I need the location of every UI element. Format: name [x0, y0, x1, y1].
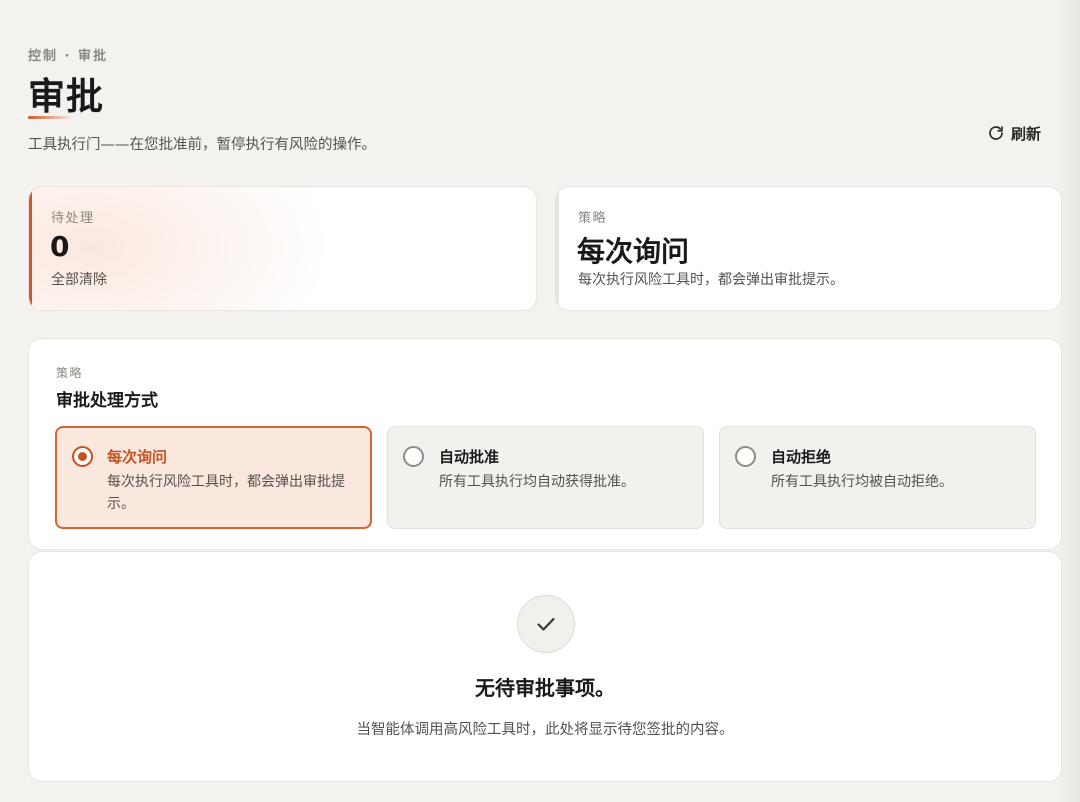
title-underline	[28, 116, 70, 119]
strategy-value: 每次询问	[577, 235, 690, 268]
policy-option-ask-every-time[interactable]: 每次询问 每次执行风险工具时，都会弹出审批提示。	[55, 426, 372, 529]
pending-label: 待处理	[51, 211, 95, 226]
refresh-button[interactable]: 刷新	[987, 122, 1041, 144]
radio-button[interactable]	[403, 446, 424, 467]
page-title: 审批	[28, 75, 104, 118]
strategy-description: 每次执行风险工具时，都会弹出审批提示。	[578, 272, 844, 288]
breadcrumb: 控制 · 审批	[28, 49, 108, 64]
policy-section-title: 审批处理方式	[56, 391, 158, 411]
card-glow	[29, 187, 349, 310]
option-description: 所有工具执行均自动获得批准。	[439, 474, 635, 490]
pending-summary-card: 待处理 0 全部清除	[28, 186, 537, 311]
empty-state-description: 当智能体调用高风险工具时，此处将显示待您签批的内容。	[356, 722, 734, 738]
option-description: 所有工具执行均被自动拒绝。	[771, 474, 953, 490]
strategy-summary-card: 策略 每次询问 每次执行风险工具时，都会弹出审批提示。	[555, 186, 1062, 311]
approval-policy-card: 策略 审批处理方式 每次询问 每次执行风险工具时，都会弹出审批提示。 自动批准 …	[28, 338, 1062, 550]
option-description: 每次执行风险工具时，都会弹出审批提示。	[107, 474, 345, 512]
empty-state-title: 无待审批事项。	[475, 676, 615, 700]
radio-button[interactable]	[735, 446, 756, 467]
option-title: 自动拒绝	[771, 448, 832, 466]
card-accent-bar	[556, 187, 559, 310]
pending-count: 0	[50, 230, 70, 263]
policy-option-auto-approve[interactable]: 自动批准 所有工具执行均自动获得批准。	[387, 426, 704, 529]
radio-button-checked[interactable]	[72, 446, 93, 467]
refresh-icon	[987, 124, 1005, 142]
policy-option-auto-reject[interactable]: 自动拒绝 所有工具执行均被自动拒绝。	[719, 426, 1036, 529]
option-title: 自动批准	[439, 448, 500, 466]
card-accent-bar	[29, 187, 32, 310]
refresh-label: 刷新	[1011, 124, 1042, 143]
approvals-page: 控制 · 审批 审批 工具执行门——在您批准前，暂停执行有风险的操作。 刷新 待…	[0, 0, 1080, 802]
check-icon	[517, 595, 575, 653]
pending-note: 全部清除	[51, 272, 107, 288]
empty-state-card: 无待审批事项。 当智能体调用高风险工具时，此处将显示待您签批的内容。	[28, 551, 1062, 782]
page-subtitle: 工具执行门——在您批准前，暂停执行有风险的操作。	[28, 137, 376, 153]
policy-section-label: 策略	[56, 366, 84, 380]
strategy-label: 策略	[578, 211, 608, 226]
option-title: 每次询问	[107, 448, 168, 466]
